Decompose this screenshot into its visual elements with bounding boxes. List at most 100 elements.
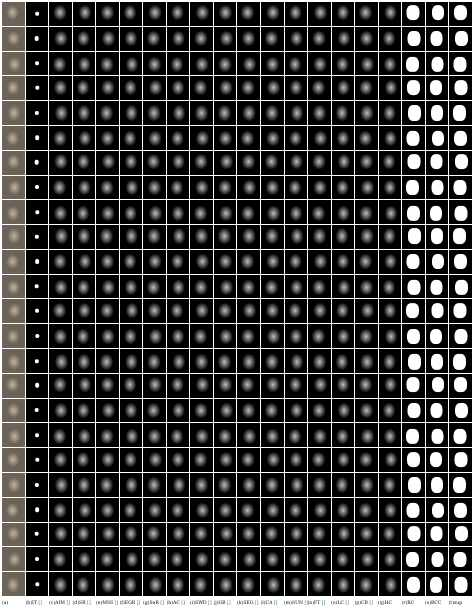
salient-region	[101, 254, 114, 270]
thumbnail-e	[96, 423, 119, 448]
salient-region	[290, 402, 303, 419]
salient-region	[219, 279, 233, 296]
salient-region	[407, 154, 421, 170]
thumbnail-e	[96, 299, 119, 324]
thumbnail-h	[166, 175, 190, 200]
thumbnail-o	[331, 497, 355, 522]
salient-region	[5, 5, 19, 21]
salient-region	[264, 154, 278, 170]
salient-region	[77, 525, 90, 542]
salient-region	[218, 254, 232, 270]
citation-ref: []	[85, 601, 91, 606]
thumbnail-r	[402, 349, 425, 373]
thumbnail-t	[449, 101, 472, 125]
thumbnail-m	[284, 125, 308, 150]
thumbnail-f	[119, 200, 143, 225]
thumbnail-s	[425, 547, 449, 572]
thumbnail-i	[190, 200, 213, 225]
thumbnail-d	[72, 473, 96, 497]
thumbnail-g	[143, 423, 166, 448]
thumbnail-j	[213, 249, 237, 274]
salient-region	[384, 503, 397, 519]
citation-ref: []	[253, 601, 259, 606]
salient-region	[337, 402, 351, 419]
salient-region	[265, 354, 279, 370]
thumbnail-f	[119, 2, 143, 26]
thumbnail-a	[2, 547, 25, 572]
thumbnail-b	[25, 547, 49, 572]
salient-region	[125, 105, 138, 121]
salient-region	[78, 254, 92, 270]
thumbnail-o	[331, 274, 355, 299]
salient-region	[34, 308, 39, 314]
salient-region	[382, 154, 396, 170]
salient-region	[6, 402, 20, 419]
salient-region	[407, 31, 421, 47]
salient-region	[149, 79, 162, 95]
thumbnail-t	[449, 175, 472, 200]
thumbnail-h	[166, 274, 190, 299]
thumbnail-b	[25, 324, 49, 349]
salient-region	[195, 477, 208, 493]
thumbnail-o	[331, 101, 355, 125]
thumbnail-g	[143, 2, 166, 26]
thumbnail-s	[425, 26, 449, 51]
thumbnail-n	[308, 76, 331, 101]
thumbnail-h	[166, 324, 190, 349]
salient-region	[337, 577, 350, 593]
salient-region	[7, 302, 21, 319]
salient-region	[266, 56, 279, 72]
salient-region	[55, 228, 68, 244]
salient-region	[431, 302, 444, 319]
thumbnail-p	[355, 51, 378, 76]
salient-region	[383, 477, 396, 493]
thumbnail-n	[308, 473, 331, 497]
salient-region	[359, 5, 372, 21]
thumbnail-m	[284, 423, 308, 448]
thumbnail-j	[213, 2, 237, 26]
thumbnail-t	[449, 497, 472, 522]
salient-region	[267, 451, 280, 467]
salient-region	[218, 179, 232, 196]
salient-region	[407, 577, 420, 593]
thumbnail-g	[143, 349, 166, 373]
thumbnail-i	[190, 572, 213, 596]
column-label-text: (b)IT	[25, 601, 37, 606]
salient-region	[288, 551, 302, 567]
salient-region	[53, 377, 67, 393]
thumbnail-o	[331, 349, 355, 373]
thumbnail-q	[378, 572, 402, 596]
salient-region	[454, 503, 468, 519]
thumbnail-p	[355, 473, 378, 497]
thumbnail-r	[402, 76, 425, 101]
salient-region	[431, 131, 445, 147]
thumbnail-n	[308, 225, 331, 249]
thumbnail-p	[355, 200, 378, 225]
thumbnail-a	[2, 473, 25, 497]
salient-region	[172, 154, 185, 170]
salient-region	[219, 525, 233, 542]
thumbnail-d	[72, 497, 96, 522]
salient-region	[383, 302, 397, 319]
thumbnail-a	[2, 175, 25, 200]
salient-region	[453, 354, 467, 370]
thumbnail-j	[213, 324, 237, 349]
salient-region	[5, 254, 19, 270]
thumbnail-a	[2, 324, 25, 349]
salient-region	[102, 525, 115, 542]
salient-region	[53, 551, 66, 567]
thumbnail-a	[2, 448, 25, 473]
salient-region	[149, 451, 162, 467]
salient-region	[148, 377, 162, 393]
image-grid	[2, 2, 472, 596]
salient-region	[195, 179, 209, 196]
salient-region	[147, 402, 160, 419]
salient-region	[53, 56, 66, 72]
thumbnail-k	[237, 497, 261, 522]
salient-region	[383, 228, 396, 244]
thumbnail-m	[284, 398, 308, 423]
salient-region	[407, 525, 421, 542]
thumbnail-c	[49, 324, 72, 349]
thumbnail-k	[237, 398, 261, 423]
thumbnail-m	[284, 175, 308, 200]
